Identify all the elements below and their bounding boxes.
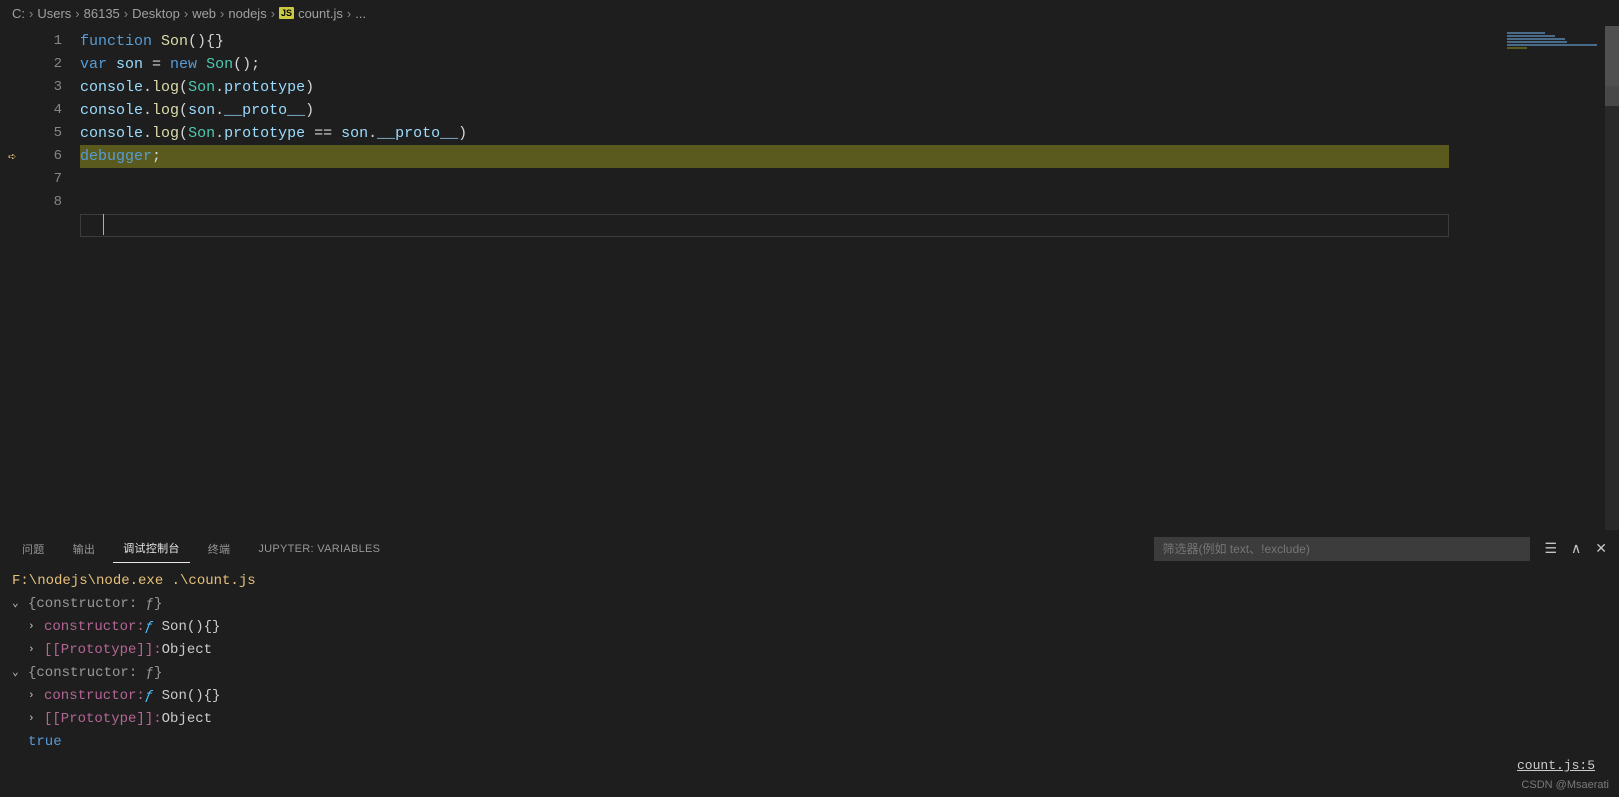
code-line[interactable]: var son = new Son(); bbox=[80, 53, 1619, 76]
console-object-row[interactable]: ⌄{constructor: ƒ} bbox=[12, 662, 1607, 685]
expand-down-icon[interactable]: ⌄ bbox=[12, 593, 26, 616]
expand-down-icon[interactable]: ⌄ bbox=[12, 662, 26, 685]
code-line[interactable]: debugger; bbox=[80, 145, 1619, 168]
code-line[interactable]: console.log(Son.prototype) bbox=[80, 76, 1619, 99]
line-number[interactable]: 1 bbox=[0, 30, 62, 53]
text-cursor bbox=[103, 214, 104, 235]
debug-command-line: F:\nodejs\node.exe .\count.js bbox=[12, 570, 1607, 593]
line-number[interactable]: 5 bbox=[0, 122, 62, 145]
chevron-right-icon: › bbox=[184, 6, 188, 21]
breadcrumb-segment[interactable]: 86135 bbox=[84, 6, 120, 21]
property-value: ƒ Son(){} bbox=[145, 685, 221, 708]
property-label: [[Prototype]]: bbox=[44, 639, 162, 662]
property-label: constructor: bbox=[44, 616, 145, 639]
expand-right-icon[interactable]: › bbox=[28, 616, 42, 639]
breadcrumb-segment[interactable]: Users bbox=[37, 6, 71, 21]
expand-right-icon[interactable]: › bbox=[28, 685, 42, 708]
panel-tabs: 问题输出调试控制台终端 JUPYTER: VARIABLES ☰ ∧ ✕ bbox=[0, 531, 1619, 566]
line-number[interactable]: 2 bbox=[0, 53, 62, 76]
code-line[interactable] bbox=[80, 168, 1619, 191]
breadcrumb-segment[interactable]: web bbox=[192, 6, 216, 21]
console-property-row[interactable]: ›constructor: ƒ Son(){} bbox=[12, 685, 1607, 708]
js-file-icon: JS bbox=[279, 7, 294, 19]
property-value: ƒ Son(){} bbox=[145, 616, 221, 639]
chevron-right-icon: › bbox=[124, 6, 128, 21]
breakpoint-current-icon: ➪ bbox=[8, 147, 16, 170]
panel-tab[interactable]: 问题 bbox=[12, 535, 55, 563]
collapse-panel-icon[interactable]: ∧ bbox=[1571, 540, 1581, 557]
property-value: Object bbox=[162, 708, 212, 731]
breadcrumb-segment[interactable]: nodejs bbox=[228, 6, 266, 21]
panel-tab[interactable]: 调试控制台 bbox=[113, 534, 190, 563]
panel-filter-input[interactable] bbox=[1154, 537, 1530, 561]
code-line[interactable]: console.log(son.__proto__) bbox=[80, 99, 1619, 122]
code-view[interactable]: function Son(){}var son = new Son();cons… bbox=[80, 26, 1619, 530]
filter-list-icon[interactable]: ☰ bbox=[1544, 540, 1557, 557]
line-number[interactable]: 7 bbox=[0, 168, 62, 191]
breadcrumb-segment[interactable]: Desktop bbox=[132, 6, 180, 21]
source-link[interactable]: count.js:5 bbox=[1517, 758, 1595, 773]
current-line-outline bbox=[80, 214, 1449, 237]
console-property-row[interactable]: ›[[Prototype]]: Object bbox=[12, 639, 1607, 662]
expand-right-icon[interactable]: › bbox=[28, 639, 42, 662]
chevron-right-icon: › bbox=[29, 6, 33, 21]
console-property-row[interactable]: ›constructor: ƒ Son(){} bbox=[12, 616, 1607, 639]
close-panel-icon[interactable]: ✕ bbox=[1595, 540, 1607, 557]
breadcrumb[interactable]: C: › Users › 86135 › Desktop › web › nodejs › JS coun… bbox=[0, 0, 1619, 26]
chevron-right-icon: › bbox=[220, 6, 224, 21]
expand-right-icon[interactable]: › bbox=[28, 708, 42, 731]
line-number[interactable]: 8 bbox=[0, 191, 62, 214]
breadcrumb-file[interactable]: count.js bbox=[298, 6, 343, 21]
bottom-panel: 问题输出调试控制台终端 JUPYTER: VARIABLES ☰ ∧ ✕ F:\n… bbox=[0, 530, 1619, 797]
console-property-row[interactable]: ›[[Prototype]]: Object bbox=[12, 708, 1607, 731]
property-value: Object bbox=[162, 639, 212, 662]
watermark: CSDN @Msaerati bbox=[1521, 779, 1609, 791]
chevron-right-icon: › bbox=[75, 6, 79, 21]
boolean-value: true bbox=[12, 731, 62, 754]
line-number[interactable]: 3 bbox=[0, 76, 62, 99]
panel-tab[interactable]: 终端 bbox=[198, 535, 241, 563]
property-label: constructor: bbox=[44, 685, 145, 708]
code-line[interactable]: function Son(){} bbox=[80, 30, 1619, 53]
panel-tab[interactable]: JUPYTER: VARIABLES bbox=[248, 537, 390, 561]
console-value-row: true bbox=[12, 731, 1607, 754]
line-number-gutter: ➪ 12345678 bbox=[0, 26, 80, 530]
editor-area[interactable]: ➪ 12345678 function Son(){}var son = new… bbox=[0, 26, 1619, 530]
chevron-right-icon: › bbox=[347, 6, 351, 21]
breadcrumb-segment[interactable]: C: bbox=[12, 6, 25, 21]
object-summary: {constructor: ƒ} bbox=[28, 662, 162, 685]
line-number[interactable]: 4 bbox=[0, 99, 62, 122]
panel-tab[interactable]: 输出 bbox=[63, 535, 106, 563]
code-line[interactable] bbox=[80, 191, 1619, 214]
property-label: [[Prototype]]: bbox=[44, 708, 162, 731]
code-line[interactable]: console.log(Son.prototype == son.__proto… bbox=[80, 122, 1619, 145]
chevron-right-icon: › bbox=[271, 6, 275, 21]
breadcrumb-symbol[interactable]: ... bbox=[355, 6, 366, 21]
debug-console-content[interactable]: F:\nodejs\node.exe .\count.js ⌄{construc… bbox=[0, 566, 1619, 758]
object-summary: {constructor: ƒ} bbox=[28, 593, 162, 616]
console-object-row[interactable]: ⌄{constructor: ƒ} bbox=[12, 593, 1607, 616]
